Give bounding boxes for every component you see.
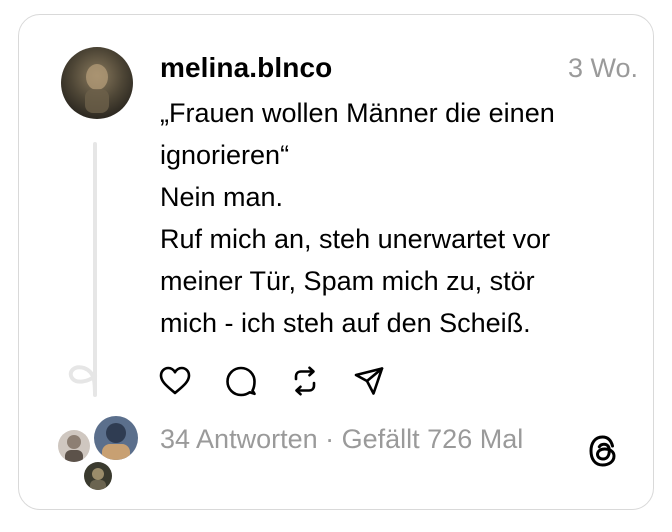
post-text-line: mich - ich steh auf den Scheiß. [160,308,531,338]
comment-button[interactable] [224,364,258,398]
post-timestamp: 3 Wo. [567,53,638,83]
replier-avatar-image [58,430,90,462]
heart-icon [159,366,191,395]
like-button[interactable] [158,364,192,398]
replier-avatar[interactable] [56,428,92,464]
replier-avatar[interactable] [92,414,140,462]
replies-count[interactable]: 34 Antworten [160,424,318,454]
share-icon [354,367,384,395]
likes-count[interactable]: Gefällt 726 Mal [342,424,524,454]
post-text-line: meiner Tür, Spam mich zu, stör [160,266,535,296]
post-text-line: ignorieren“ [160,140,290,170]
repost-button[interactable] [288,364,322,398]
author-username[interactable]: melina.blnco [160,52,332,84]
post-text-line: „Frauen wollen Männer die einen [160,98,555,128]
post-stats: 34 Antworten · Gefällt 726 Mal [160,424,523,455]
post-text: „Frauen wollen Männer die einen ignorier… [160,92,630,344]
post-text-line: Ruf mich an, steh unerwartet vor [160,224,551,254]
post-text-line: Nein man. [160,182,284,212]
avatar-image [61,47,133,119]
repost-icon [294,366,316,396]
replier-avatar-image [84,462,112,490]
stats-separator: · [317,424,342,454]
replier-avatar[interactable] [82,460,114,492]
comment-icon [226,366,256,397]
thread-loop-icon [68,365,97,392]
replier-avatar-image [94,416,138,460]
author-avatar[interactable] [61,47,133,119]
threads-logo-icon[interactable] [586,432,620,470]
share-button[interactable] [352,364,386,398]
